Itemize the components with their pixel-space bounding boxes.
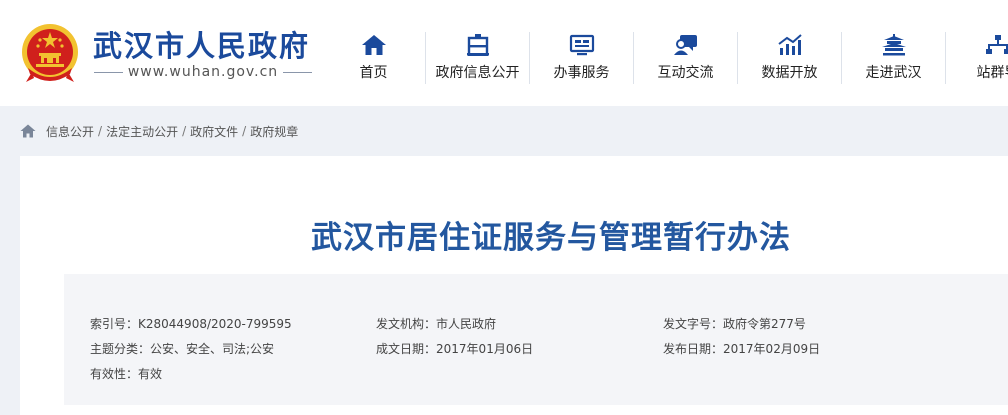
meta-doc-number-label: 发文字号： (663, 317, 724, 331)
meta-written-date-value: 2017年01月06日 (436, 342, 534, 356)
meta-index-value: K28044908/2020-799595 (138, 317, 292, 331)
meta-validity: 有效性：有效 (90, 365, 162, 382)
breadcrumb-separator: / (182, 124, 187, 138)
nav-item-label: 政府信息公开 (435, 65, 520, 81)
document-panel: 武汉市居住证服务与管理暂行办法 索引号：K28044908/2020-79959… (20, 156, 1008, 415)
meta-topic-value: 公安、安全、司法;公安 (150, 342, 275, 356)
breadcrumb-link-gov-documents[interactable]: 政府文件 (190, 123, 238, 140)
home-icon[interactable] (20, 124, 36, 138)
meta-doc-number-value: 政府令第277号 (723, 317, 806, 331)
home-icon (361, 35, 386, 55)
domain-line-left (94, 71, 123, 73)
breadcrumb-link-statutory-disclosure[interactable]: 法定主动公开 (106, 123, 178, 140)
national-emblem-icon (22, 24, 78, 82)
pavilion-icon (881, 34, 906, 56)
meta-issuer-label: 发文机构： (376, 317, 437, 331)
meta-written-date: 成文日期：2017年01月06日 (376, 340, 533, 357)
nav-item-home[interactable]: 首页 (322, 28, 425, 84)
main-nav: 首页 政府信息公开 办事服务 互动交流 数据开放 走进武汉 站群 (322, 28, 1008, 84)
meta-issuer: 发文机构：市人民政府 (376, 315, 496, 332)
meta-publish-date-value: 2017年02月09日 (723, 342, 821, 356)
nav-item-site-group[interactable]: 站群导 (946, 28, 1008, 84)
nav-item-label: 互动交流 (657, 65, 714, 81)
meta-validity-value: 有效 (138, 367, 163, 381)
site-header: 武汉市人民政府 www.wuhan.gov.cn 首页 政府信息公开 办事服务 … (0, 0, 1008, 106)
nav-item-about-wuhan[interactable]: 走进武汉 (842, 28, 945, 84)
data-chart-icon (777, 34, 802, 55)
nav-item-services[interactable]: 办事服务 (530, 28, 633, 84)
breadcrumb: 信息公开 / 法定主动公开 / 政府文件 / 政府规章 (20, 122, 298, 140)
document-meta-box: 索引号：K28044908/2020-799595 发文机构：市人民政府 发文字… (64, 274, 1008, 405)
site-domain: www.wuhan.gov.cn (94, 62, 313, 82)
meta-index: 索引号：K28044908/2020-799595 (90, 315, 292, 332)
document-title: 武汉市居住证服务与管理暂行办法 (311, 220, 791, 256)
breadcrumb-link-info-disclosure[interactable]: 信息公开 (46, 123, 94, 140)
meta-publish-date-label: 发布日期： (663, 342, 724, 356)
breadcrumb-separator: / (98, 124, 103, 138)
nav-item-label: 首页 (359, 65, 388, 81)
meta-topic-label: 主题分类： (90, 342, 151, 356)
breadcrumb-link-gov-regulations[interactable]: 政府规章 (250, 123, 298, 140)
meta-publish-date: 发布日期：2017年02月09日 (663, 340, 820, 357)
service-icon (569, 34, 594, 56)
domain-line-right (283, 71, 313, 73)
nav-item-gov-info[interactable]: 政府信息公开 (426, 28, 529, 84)
nav-item-interaction[interactable]: 互动交流 (634, 28, 737, 84)
breadcrumb-separator: / (242, 124, 247, 138)
nav-item-open-data[interactable]: 数据开放 (738, 28, 841, 84)
nav-item-label: 数据开放 (761, 65, 818, 81)
meta-doc-number: 发文字号：政府令第277号 (663, 315, 806, 332)
sitemap-icon (985, 35, 1008, 54)
meta-topic: 主题分类：公安、安全、司法;公安 (90, 340, 274, 357)
gov-info-icon (466, 34, 489, 56)
site-name[interactable]: 武汉市人民政府 (93, 23, 310, 65)
meta-written-date-label: 成文日期： (376, 342, 437, 356)
interaction-icon (673, 35, 697, 55)
meta-issuer-value: 市人民政府 (436, 317, 497, 331)
meta-index-label: 索引号： (90, 317, 139, 331)
site-domain-text: www.wuhan.gov.cn (127, 64, 279, 80)
nav-item-label: 办事服务 (553, 65, 610, 81)
meta-validity-label: 有效性： (90, 367, 139, 381)
nav-item-label: 走进武汉 (865, 65, 922, 81)
nav-item-label: 站群导 (976, 65, 1008, 81)
